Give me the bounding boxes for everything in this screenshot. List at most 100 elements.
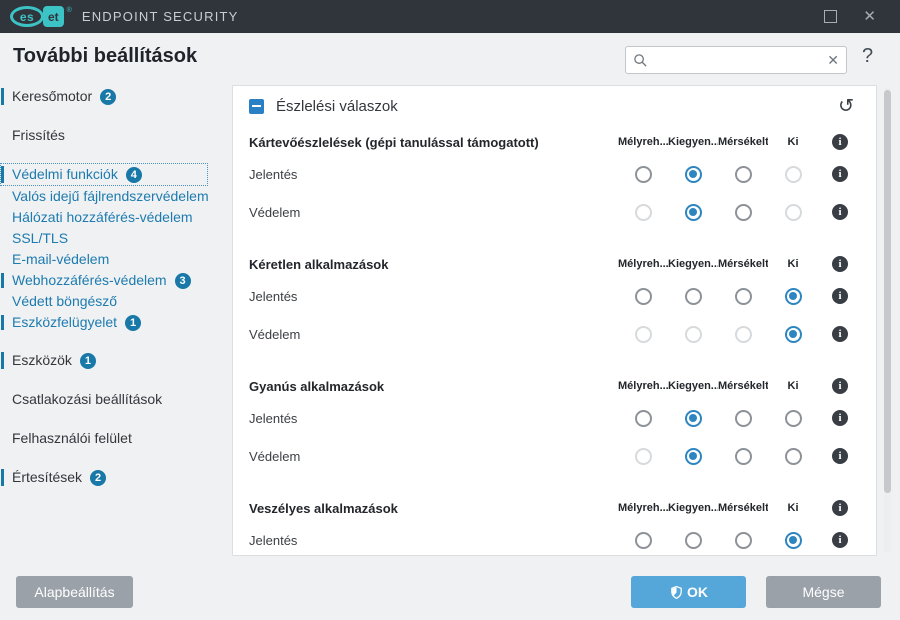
- sidebar-item-1[interactable]: Frissítés: [0, 124, 232, 147]
- panel-header: Észlelési válaszok ↺: [249, 96, 862, 116]
- row-label: Védelem: [249, 448, 301, 464]
- info-cell: i: [818, 134, 862, 150]
- column-label: Mélyreh...: [618, 380, 668, 392]
- sidebar-item-label: Csatlakozási beállítások: [12, 391, 163, 407]
- sidebar-item-4[interactable]: Hálózati hozzáférés-védelem: [0, 207, 232, 228]
- sidebar-item-label: Védett böngésző: [12, 293, 118, 309]
- info-cell: i: [818, 326, 862, 342]
- page-header: További beállítások ✕ ?: [0, 33, 900, 85]
- ok-button[interactable]: OK: [631, 576, 746, 608]
- default-settings-button[interactable]: Alapbeállítás: [16, 576, 133, 608]
- column-label: Mérsékelt: [718, 380, 768, 392]
- radio-button[interactable]: [734, 409, 752, 427]
- sidebar-item-13[interactable]: Értesítések 2: [0, 466, 232, 489]
- setting-row: Jelentés i: [249, 286, 862, 306]
- modified-marker: [1, 352, 4, 369]
- radio-cell: [768, 447, 818, 465]
- setting-row: Jelentés i: [249, 408, 862, 428]
- radio-button[interactable]: [784, 287, 802, 305]
- info-icon[interactable]: i: [832, 204, 848, 220]
- section-3: Veszélyes alkalmazások Mélyreh... Kiegyen.…: [249, 498, 862, 550]
- column-label: Kiegyen...: [668, 136, 718, 148]
- radio-button[interactable]: [784, 531, 802, 549]
- search-box[interactable]: ✕: [625, 46, 847, 74]
- undo-icon[interactable]: ↺: [838, 97, 854, 116]
- radio-button[interactable]: [784, 409, 802, 427]
- radio-button[interactable]: [734, 203, 752, 221]
- info-icon[interactable]: i: [832, 166, 848, 182]
- column-label: Ki: [787, 380, 799, 392]
- radio-button[interactable]: [684, 165, 702, 183]
- scrollbar-track[interactable]: [884, 88, 891, 553]
- radio-button[interactable]: [734, 447, 752, 465]
- radio-cell: [668, 409, 718, 427]
- scrollbar-thumb[interactable]: [884, 90, 891, 493]
- radio-button[interactable]: [734, 287, 752, 305]
- radio-button[interactable]: [634, 287, 652, 305]
- radio-button[interactable]: [784, 447, 802, 465]
- info-icon[interactable]: i: [832, 410, 848, 426]
- setting-row: Védelem i: [249, 446, 862, 466]
- sidebar-item-2[interactable]: Védelmi funkciók 4: [0, 163, 208, 186]
- info-icon[interactable]: i: [832, 378, 848, 394]
- sidebar-item-label: Keresőmotor: [12, 88, 93, 104]
- radio-button[interactable]: [734, 165, 752, 183]
- sidebar-item-7[interactable]: Webhozzáférés-védelem 3: [0, 270, 232, 291]
- radio-cell: [718, 447, 768, 465]
- collapse-icon[interactable]: [249, 98, 264, 114]
- radio-button[interactable]: [634, 531, 652, 549]
- info-icon[interactable]: i: [832, 134, 848, 150]
- info-icon[interactable]: i: [832, 532, 848, 548]
- setting-row: Jelentés i: [249, 164, 862, 184]
- sidebar-item-label: Felhasználói felület: [12, 430, 132, 446]
- sidebar-item-0[interactable]: Keresőmotor 2: [0, 85, 232, 108]
- sidebar-item-label: Webhozzáférés-védelem: [12, 272, 167, 288]
- info-icon[interactable]: i: [832, 326, 848, 342]
- sidebar-item-9[interactable]: Eszközfelügyelet 1: [0, 312, 232, 333]
- info-icon[interactable]: i: [832, 448, 848, 464]
- maximize-icon[interactable]: [824, 10, 838, 23]
- row-label: Védelem: [249, 326, 301, 342]
- info-icon[interactable]: i: [832, 256, 848, 272]
- count-badge: 1: [79, 353, 96, 369]
- search-clear-icon[interactable]: ✕: [827, 52, 839, 69]
- radio-button[interactable]: [784, 325, 802, 343]
- radio-cell: [668, 447, 718, 465]
- search-input[interactable]: [648, 51, 828, 69]
- help-icon[interactable]: ?: [862, 45, 873, 68]
- sidebar-item-11[interactable]: Csatlakozási beállítások: [0, 388, 232, 411]
- radio-button[interactable]: [634, 409, 652, 427]
- radio-button[interactable]: [684, 447, 702, 465]
- setting-row: Jelentés i: [249, 530, 862, 550]
- registered-mark-icon: ®: [66, 7, 72, 14]
- radio-button: [634, 325, 652, 343]
- modified-marker: [1, 315, 4, 330]
- cancel-button[interactable]: Mégse: [766, 576, 881, 608]
- sidebar-item-3[interactable]: Valós idejű fájlrendszervédelem: [0, 186, 232, 207]
- radio-cell: [668, 325, 718, 343]
- sidebar-item-5[interactable]: SSL/TLS: [0, 228, 232, 249]
- info-icon[interactable]: i: [832, 288, 848, 304]
- radio-button[interactable]: [684, 531, 702, 549]
- sidebar-item-6[interactable]: E-mail-védelem: [0, 249, 232, 270]
- info-icon[interactable]: i: [832, 500, 848, 516]
- radio-cell: [768, 325, 818, 343]
- sidebar-item-10[interactable]: Eszközök 1: [0, 349, 232, 372]
- product-name: ENDPOINT SECURITY: [81, 9, 239, 24]
- sidebar-item-8[interactable]: Védett böngésző: [0, 291, 232, 312]
- sidebar-item-12[interactable]: Felhasználói felület: [0, 427, 232, 450]
- info-cell: i: [818, 500, 862, 516]
- radio-button[interactable]: [684, 287, 702, 305]
- close-icon[interactable]: ✕: [863, 9, 876, 24]
- ok-button-label: OK: [687, 584, 708, 600]
- radio-button[interactable]: [634, 165, 652, 183]
- page-title: További beállítások: [13, 45, 198, 67]
- info-cell: i: [818, 204, 862, 220]
- radio-cell: [718, 203, 768, 221]
- sidebar-item-label: Eszközök: [12, 352, 72, 368]
- radio-button[interactable]: [684, 409, 702, 427]
- radio-button[interactable]: [684, 203, 702, 221]
- section-header: Veszélyes alkalmazások Mélyreh... Kiegyen.…: [249, 498, 862, 518]
- sidebar: Keresőmotor 2 Frissítés Védelmi funkciók 4 Va…: [0, 85, 232, 489]
- radio-button[interactable]: [734, 531, 752, 549]
